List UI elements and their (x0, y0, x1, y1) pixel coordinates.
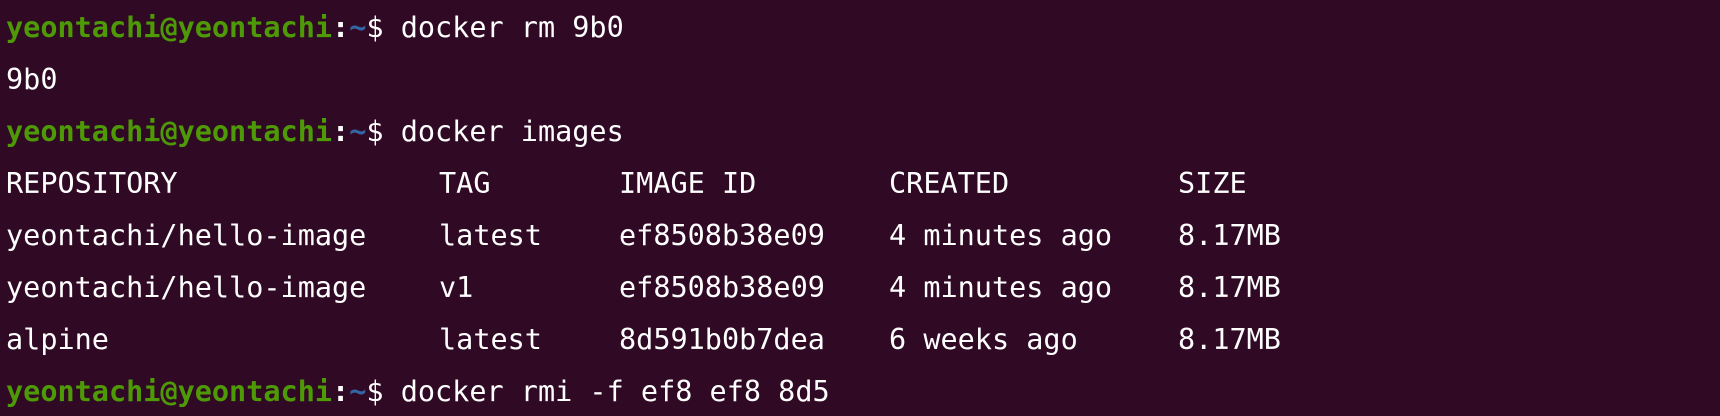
prompt-symbol: $ (366, 115, 401, 148)
terminal-window[interactable]: yeontachi@yeontachi:~$ docker rm 9b0 9b0… (0, 0, 1720, 416)
prompt-separator: : (332, 115, 350, 148)
command-text: docker rmi -f ef8 ef8 8d5 (400, 375, 830, 408)
table-header-row: REPOSITORY TAG IMAGE ID CREATED SIZE (6, 164, 1720, 216)
prompt-separator: : (332, 375, 350, 408)
cell-repository: yeontachi/hello-image (6, 271, 367, 304)
prompt-user-host: yeontachi@yeontachi (6, 11, 333, 44)
header-created: CREATED (889, 167, 1010, 200)
cell-created: 4 minutes ago (889, 219, 1113, 252)
cell-size: 8.17MB (1178, 219, 1281, 252)
prompt-path: ~ (349, 375, 367, 408)
prompt-line-3: yeontachi@yeontachi:~$ docker rmi -f ef8… (6, 372, 1720, 416)
cell-image-id: 8d591b0b7dea (619, 323, 825, 356)
prompt-path: ~ (349, 115, 367, 148)
cell-tag: latest (439, 219, 542, 252)
header-size: SIZE (1178, 167, 1247, 200)
cell-created: 6 weeks ago (889, 323, 1078, 356)
cell-repository: alpine (6, 323, 109, 356)
table-row: alpine latest 8d591b0b7dea 6 weeks ago 8… (6, 320, 1720, 372)
table-row: yeontachi/hello-image v1 ef8508b38e09 4 … (6, 268, 1720, 320)
cell-created: 4 minutes ago (889, 271, 1113, 304)
cell-repository: yeontachi/hello-image (6, 219, 367, 252)
cell-image-id: ef8508b38e09 (619, 271, 825, 304)
prompt-symbol: $ (366, 11, 401, 44)
prompt-separator: : (332, 11, 350, 44)
cell-tag: latest (439, 323, 542, 356)
header-tag: TAG (439, 167, 491, 200)
prompt-symbol: $ (366, 375, 401, 408)
cell-image-id: ef8508b38e09 (619, 219, 825, 252)
prompt-line-2: yeontachi@yeontachi:~$ docker images (6, 112, 1720, 164)
header-repository: REPOSITORY (6, 167, 178, 200)
table-row: yeontachi/hello-image latest ef8508b38e0… (6, 216, 1720, 268)
prompt-line-1: yeontachi@yeontachi:~$ docker rm 9b0 (6, 8, 1720, 60)
cell-tag: v1 (439, 271, 474, 304)
command-text: docker rm 9b0 (400, 11, 624, 44)
cell-size: 8.17MB (1178, 271, 1281, 304)
prompt-path: ~ (349, 11, 367, 44)
prompt-user-host: yeontachi@yeontachi (6, 115, 333, 148)
header-image-id: IMAGE ID (619, 167, 757, 200)
cell-size: 8.17MB (1178, 323, 1281, 356)
command-text: docker images (400, 115, 624, 148)
output-line: 9b0 (6, 63, 58, 96)
